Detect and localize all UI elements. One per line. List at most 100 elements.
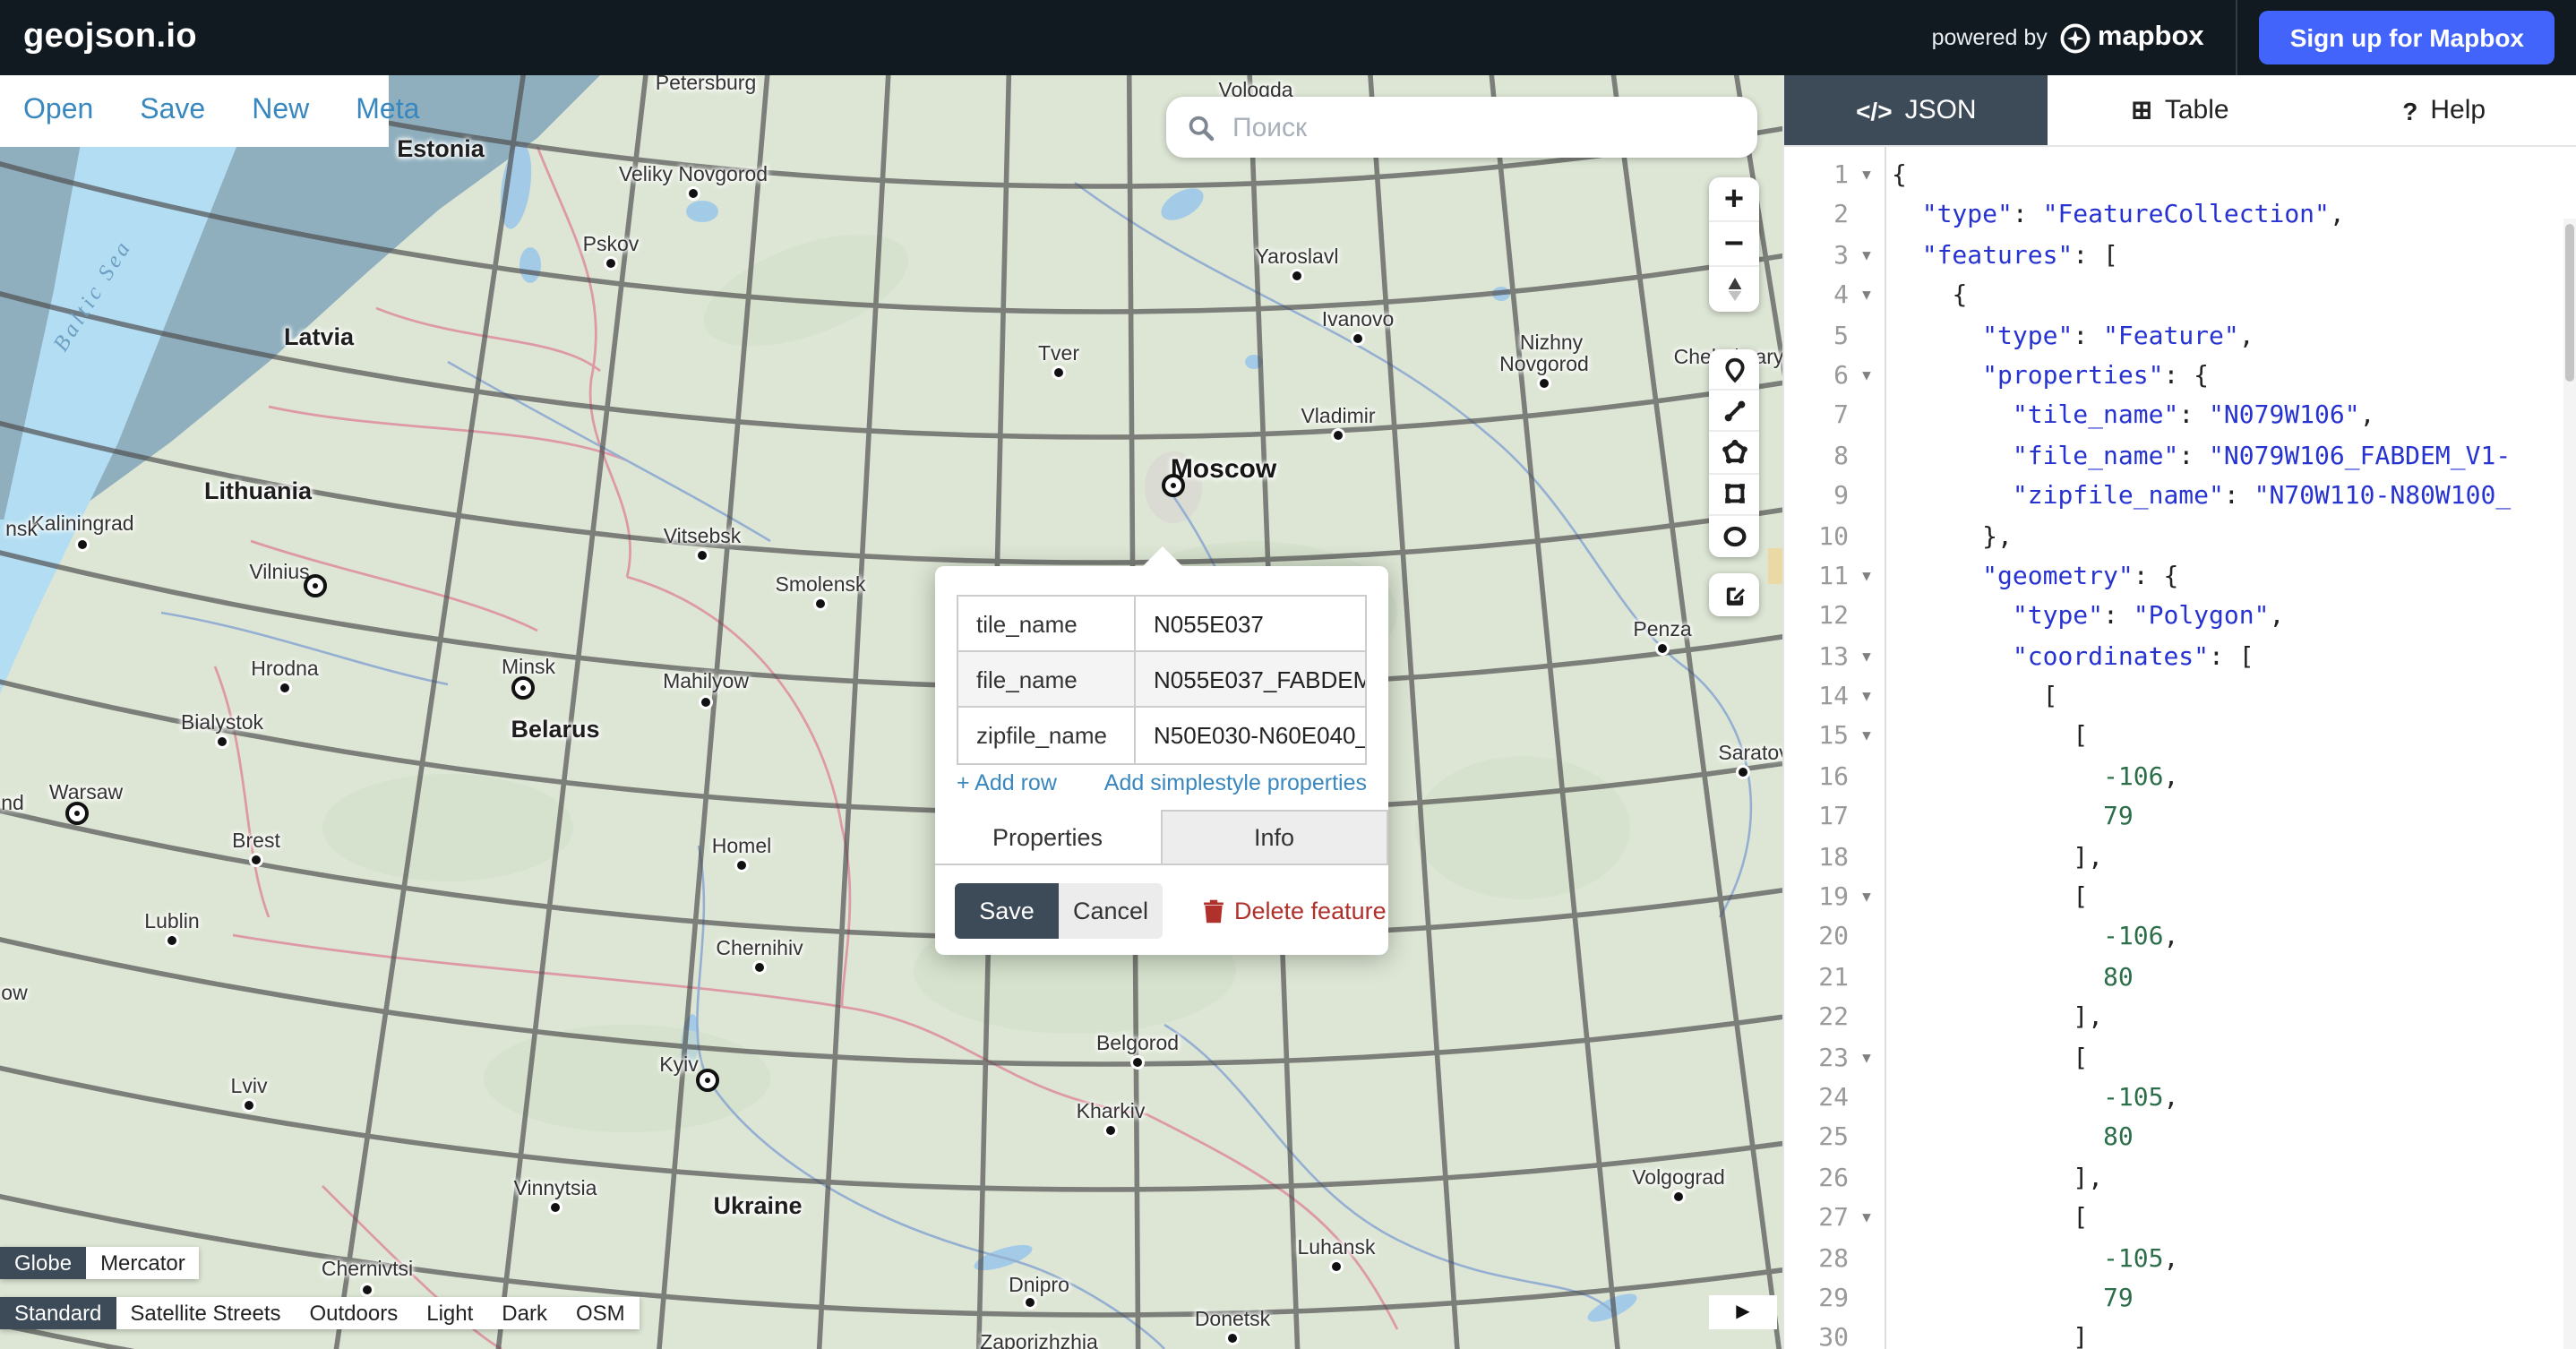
marker-icon [1721,356,1747,382]
property-key-cell[interactable]: zipfile_name [958,708,1136,763]
city-dot [1658,644,1667,653]
draw-marker-button[interactable] [1709,349,1759,391]
app-logo: geojson.io [0,18,197,57]
fold-arrow-icon[interactable]: ▼ [1849,557,1885,597]
projection-globe[interactable]: Globe [0,1247,86,1279]
code-text: [ [1885,717,2088,758]
property-key-cell[interactable]: file_name [958,652,1136,706]
menu-open[interactable]: Open [23,95,93,127]
add-row-link[interactable]: + Add row [957,770,1057,795]
code-text: 79 [1885,798,2134,838]
fold-arrow-icon[interactable]: ▼ [1849,357,1885,397]
menu-meta[interactable]: Meta [356,95,419,127]
code-text: [ [1885,878,2088,918]
fold-arrow-icon[interactable]: ▼ [1849,236,1885,277]
code-text: -105, [1885,1078,2178,1119]
popup-tab-info[interactable]: Info [1160,810,1388,864]
fold-arrow-icon[interactable]: ▼ [1849,878,1885,918]
popup-tab-properties[interactable]: Properties [935,810,1160,864]
fold-spacer [1849,1279,1885,1319]
line-number: 4 [1784,276,1849,316]
line-number: 16 [1784,758,1849,798]
fold-arrow-icon[interactable]: ▼ [1849,156,1885,196]
fold-spacer [1849,397,1885,437]
editor-line: 7 "tile_name": "N079W106", [1784,397,2576,437]
edit-feature-button[interactable] [1709,573,1759,616]
property-value-cell[interactable]: N055E037_FABDEM_V1 [1136,652,1365,706]
style-standard[interactable]: Standard [0,1297,116,1329]
save-button[interactable]: Save [955,883,1059,939]
header-right: powered by mapbox Sign up for Mapbox [1932,0,2576,75]
signup-mapbox-button[interactable]: Sign up for Mapbox [2260,11,2555,64]
menu-save[interactable]: Save [140,95,205,127]
fold-arrow-icon[interactable]: ▼ [1849,1038,1885,1078]
add-simplestyle-link[interactable]: Add simplestyle properties [1104,770,1367,795]
cancel-button[interactable]: Cancel [1059,883,1163,939]
property-value-cell[interactable]: N50E030-N60E040_FAE [1136,708,1365,763]
city-dot [816,599,825,608]
editor-line: 4▼ { [1784,276,2576,316]
style-dark[interactable]: Dark [487,1297,562,1329]
fold-arrow-icon[interactable]: ▼ [1849,717,1885,758]
menu-new[interactable]: New [252,95,309,127]
code-text: "geometry": { [1885,557,2178,597]
minus-icon: − [1724,227,1744,261]
code-text: "type": "Feature", [1885,316,2254,357]
capital-dot [304,574,327,597]
polygon-icon [1721,439,1747,466]
draw-line-button[interactable] [1709,391,1759,432]
map-canvas[interactable]: PetersburgVologdaEstoniaVeliky NovgorodP… [0,75,1782,1349]
draw-circle-button[interactable] [1709,516,1759,557]
tab-table[interactable]: ⊞Table [2048,75,2313,145]
property-value-cell[interactable]: N055E037 [1136,597,1365,650]
capital-dot [511,676,535,700]
map-base-layer [0,75,1782,1349]
editor-line: 16 -106, [1784,758,2576,798]
fold-spacer [1849,998,1885,1038]
search-input[interactable] [1229,110,1757,144]
zoom-out-button[interactable]: − [1709,222,1759,267]
fold-arrow-icon[interactable]: ▼ [1849,677,1885,717]
editor-line: 29 79 [1784,1279,2576,1319]
property-row: tile_nameN055E037 [958,597,1365,652]
property-key-cell[interactable]: tile_name [958,597,1136,650]
editor-line: 2 "type": "FeatureCollection", [1784,196,2576,236]
geocoder-search[interactable] [1166,97,1757,158]
city-dot [245,1101,253,1110]
line-number: 20 [1784,918,1849,958]
style-light[interactable]: Light [412,1297,487,1329]
fold-arrow-icon[interactable]: ▼ [1849,637,1885,677]
line-number: 21 [1784,958,1849,999]
code-text: ], [1885,1159,2103,1199]
city-dot [1106,1126,1115,1135]
projection-mercator[interactable]: Mercator [86,1247,200,1279]
code-text: [ [1885,677,2057,717]
attribution-expand-button[interactable]: ▶ [1709,1295,1777,1329]
city-dot [551,1203,560,1212]
editor-scrollbar[interactable] [2563,219,2576,1349]
city-dot [78,540,87,549]
zoom-in-button[interactable]: + [1709,177,1759,222]
code-text: ], [1885,838,2103,878]
city-dot [1026,1298,1035,1307]
tab-help[interactable]: ?Help [2312,75,2576,145]
draw-rectangle-button[interactable] [1709,474,1759,515]
editor-line: 23▼ [ [1784,1038,2576,1078]
json-editor[interactable]: 1▼{2 "type": "FeatureCollection",3▼ "fea… [1784,147,2576,1349]
compass-button[interactable] [1709,267,1759,312]
style-satellite-streets[interactable]: Satellite Streets [116,1297,295,1329]
tab-json[interactable]: </>JSON [1784,75,2048,145]
fold-spacer [1849,1159,1885,1199]
delete-feature-button[interactable]: Delete feature [1202,898,1387,924]
fold-arrow-icon[interactable]: ▼ [1849,276,1885,316]
fold-arrow-icon[interactable]: ▼ [1849,1199,1885,1239]
style-osm[interactable]: OSM [562,1297,640,1329]
city-dot [1054,368,1063,377]
code-text: "features": [ [1885,236,2118,277]
draw-polygon-button[interactable] [1709,433,1759,474]
editor-line: 18 ], [1784,838,2576,878]
fold-spacer [1849,1078,1885,1119]
style-outdoors[interactable]: Outdoors [296,1297,413,1329]
line-number: 28 [1784,1239,1849,1279]
scrollbar-thumb[interactable] [2565,224,2574,382]
